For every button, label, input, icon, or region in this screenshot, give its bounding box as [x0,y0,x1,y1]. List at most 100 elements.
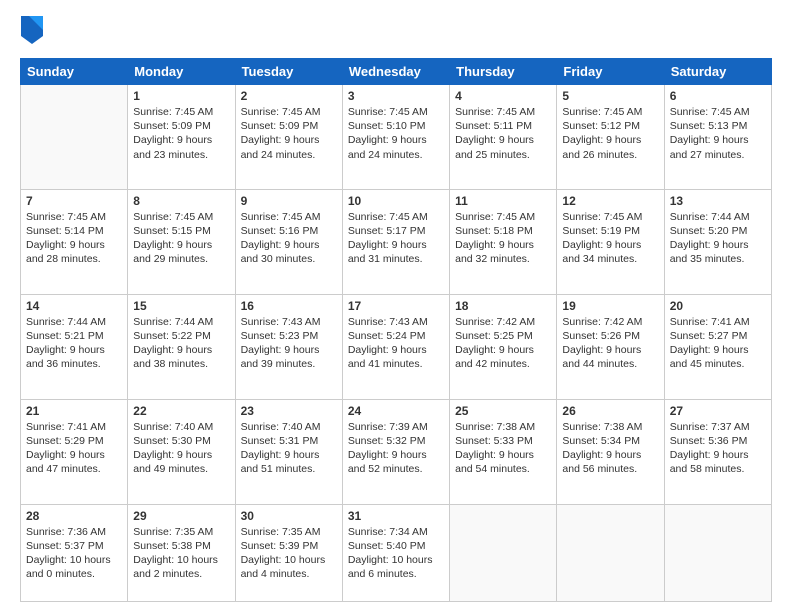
cell-line: Daylight: 9 hours [348,343,444,357]
calendar-cell: 28Sunrise: 7:36 AMSunset: 5:37 PMDayligh… [21,504,128,601]
calendar-row: 14Sunrise: 7:44 AMSunset: 5:21 PMDayligh… [21,294,772,399]
cell-line: Daylight: 9 hours [133,448,229,462]
day-number: 25 [455,404,551,418]
cell-line: Daylight: 10 hours [241,553,337,567]
cell-line: Sunset: 5:15 PM [133,224,229,238]
calendar-cell: 31Sunrise: 7:34 AMSunset: 5:40 PMDayligh… [342,504,449,601]
cell-line: Daylight: 9 hours [455,343,551,357]
cell-line: Sunset: 5:30 PM [133,434,229,448]
cell-line: and 27 minutes. [670,148,766,162]
cell-line: Sunrise: 7:45 AM [455,210,551,224]
cell-line: and 58 minutes. [670,462,766,476]
calendar-cell: 18Sunrise: 7:42 AMSunset: 5:25 PMDayligh… [450,294,557,399]
calendar-cell: 27Sunrise: 7:37 AMSunset: 5:36 PMDayligh… [664,399,771,504]
calendar-cell: 29Sunrise: 7:35 AMSunset: 5:38 PMDayligh… [128,504,235,601]
day-number: 6 [670,89,766,103]
cell-line: Sunrise: 7:45 AM [348,105,444,119]
cell-line: Sunset: 5:09 PM [241,119,337,133]
cell-line: Sunset: 5:12 PM [562,119,658,133]
cell-line: Daylight: 9 hours [670,133,766,147]
calendar-cell: 9Sunrise: 7:45 AMSunset: 5:16 PMDaylight… [235,189,342,294]
day-number: 29 [133,509,229,523]
cell-line: Sunset: 5:33 PM [455,434,551,448]
cell-line: Sunset: 5:24 PM [348,329,444,343]
cell-line: Sunset: 5:31 PM [241,434,337,448]
cell-line: and 36 minutes. [26,357,122,371]
cell-line: Sunset: 5:26 PM [562,329,658,343]
cell-line: Daylight: 9 hours [133,343,229,357]
cell-line: and 31 minutes. [348,252,444,266]
cell-line: Sunrise: 7:40 AM [133,420,229,434]
day-number: 11 [455,194,551,208]
cell-line: Daylight: 9 hours [241,133,337,147]
cell-line: Sunrise: 7:45 AM [348,210,444,224]
day-number: 27 [670,404,766,418]
cell-line: Sunrise: 7:45 AM [26,210,122,224]
cell-line: Sunset: 5:17 PM [348,224,444,238]
calendar-cell: 3Sunrise: 7:45 AMSunset: 5:10 PMDaylight… [342,85,449,190]
cell-line: Sunrise: 7:38 AM [562,420,658,434]
calendar-cell [664,504,771,601]
day-number: 2 [241,89,337,103]
cell-line: Sunset: 5:09 PM [133,119,229,133]
day-number: 5 [562,89,658,103]
cell-line: Sunrise: 7:44 AM [670,210,766,224]
cell-line: Daylight: 10 hours [348,553,444,567]
calendar-cell: 30Sunrise: 7:35 AMSunset: 5:39 PMDayligh… [235,504,342,601]
cell-line: Sunset: 5:27 PM [670,329,766,343]
day-number: 24 [348,404,444,418]
cell-line: and 35 minutes. [670,252,766,266]
cell-line: Sunrise: 7:45 AM [241,210,337,224]
cell-line: Sunrise: 7:35 AM [241,525,337,539]
calendar-cell [557,504,664,601]
day-number: 26 [562,404,658,418]
cell-line: Sunrise: 7:43 AM [348,315,444,329]
cell-line: and 49 minutes. [133,462,229,476]
cell-line: Sunset: 5:39 PM [241,539,337,553]
cell-line: Daylight: 9 hours [348,133,444,147]
weekday-friday: Friday [557,59,664,85]
calendar-cell: 25Sunrise: 7:38 AMSunset: 5:33 PMDayligh… [450,399,557,504]
weekday-monday: Monday [128,59,235,85]
day-number: 13 [670,194,766,208]
cell-line: Daylight: 9 hours [241,238,337,252]
cell-line: Sunrise: 7:44 AM [26,315,122,329]
calendar-cell: 19Sunrise: 7:42 AMSunset: 5:26 PMDayligh… [557,294,664,399]
calendar-cell: 10Sunrise: 7:45 AMSunset: 5:17 PMDayligh… [342,189,449,294]
calendar-cell: 26Sunrise: 7:38 AMSunset: 5:34 PMDayligh… [557,399,664,504]
cell-line: Sunset: 5:13 PM [670,119,766,133]
cell-line: Daylight: 9 hours [455,238,551,252]
cell-line: Sunrise: 7:45 AM [133,210,229,224]
calendar-cell: 22Sunrise: 7:40 AMSunset: 5:30 PMDayligh… [128,399,235,504]
calendar-table: SundayMondayTuesdayWednesdayThursdayFrid… [20,58,772,602]
cell-line: Sunset: 5:25 PM [455,329,551,343]
calendar: SundayMondayTuesdayWednesdayThursdayFrid… [20,58,772,602]
weekday-tuesday: Tuesday [235,59,342,85]
cell-line: Sunrise: 7:37 AM [670,420,766,434]
cell-line: Sunrise: 7:44 AM [133,315,229,329]
cell-line: Daylight: 9 hours [562,448,658,462]
cell-line: Daylight: 9 hours [562,343,658,357]
cell-line: and 34 minutes. [562,252,658,266]
cell-line: and 2 minutes. [133,567,229,581]
header [20,16,772,48]
cell-line: Sunrise: 7:36 AM [26,525,122,539]
cell-line: Daylight: 9 hours [133,133,229,147]
day-number: 10 [348,194,444,208]
cell-line: Sunrise: 7:35 AM [133,525,229,539]
cell-line: and 54 minutes. [455,462,551,476]
calendar-cell: 16Sunrise: 7:43 AMSunset: 5:23 PMDayligh… [235,294,342,399]
calendar-cell: 1Sunrise: 7:45 AMSunset: 5:09 PMDaylight… [128,85,235,190]
cell-line: and 51 minutes. [241,462,337,476]
cell-line: Sunset: 5:19 PM [562,224,658,238]
cell-line: and 39 minutes. [241,357,337,371]
cell-line: Sunrise: 7:41 AM [26,420,122,434]
calendar-cell: 4Sunrise: 7:45 AMSunset: 5:11 PMDaylight… [450,85,557,190]
cell-line: and 47 minutes. [26,462,122,476]
cell-line: and 4 minutes. [241,567,337,581]
cell-line: Sunrise: 7:41 AM [670,315,766,329]
calendar-cell: 14Sunrise: 7:44 AMSunset: 5:21 PMDayligh… [21,294,128,399]
weekday-sunday: Sunday [21,59,128,85]
cell-line: Sunrise: 7:45 AM [562,210,658,224]
cell-line: Sunrise: 7:45 AM [133,105,229,119]
